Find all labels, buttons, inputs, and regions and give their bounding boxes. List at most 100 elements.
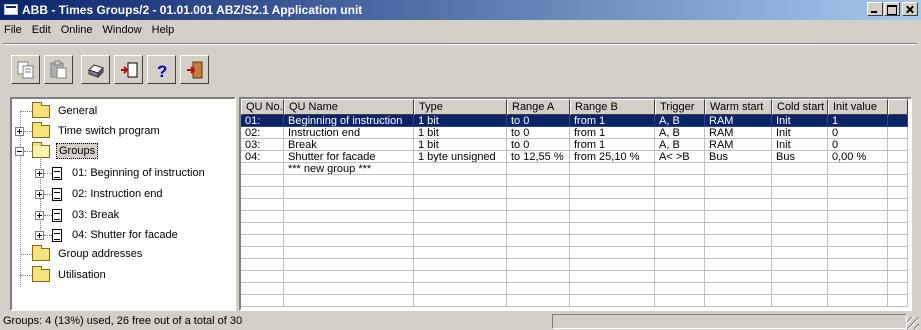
cell-qu-no[interactable] — [241, 283, 284, 295]
cell-qu-name[interactable] — [284, 247, 414, 259]
cell-trigger[interactable] — [655, 247, 705, 259]
cell-range-a[interactable]: to 0 — [507, 115, 570, 127]
tree-item-group-01[interactable]: 01: Beginning of instruction — [35, 163, 207, 183]
import-button[interactable] — [114, 55, 143, 84]
cell-warm-start[interactable] — [705, 211, 772, 223]
cell-filler[interactable] — [888, 259, 908, 271]
cell-warm-start[interactable] — [705, 235, 772, 247]
cell-qu-no[interactable] — [241, 223, 284, 235]
tree-item-general[interactable]: General — [32, 101, 99, 121]
cell-type[interactable] — [414, 175, 507, 187]
cell-cold-start[interactable] — [772, 295, 828, 307]
cell-qu-no[interactable]: 01: — [241, 115, 284, 127]
cell-cold-start[interactable] — [772, 175, 828, 187]
table-row[interactable]: 03: Break 1 bit to 0 from 1 A, B RAM Init 0 — [241, 139, 908, 151]
table-row[interactable]: 04: Shutter for facade 1 byte unsigned to 1… — [241, 151, 908, 163]
cell-range-a[interactable] — [507, 271, 570, 283]
cell-filler[interactable] — [888, 163, 908, 175]
cell-filler[interactable] — [888, 283, 908, 295]
cell-cold-start[interactable] — [772, 199, 828, 211]
tree-item-group-04[interactable]: 04: Shutter for facade — [35, 225, 180, 245]
cell-qu-name[interactable] — [284, 187, 414, 199]
table-row[interactable] — [241, 283, 908, 295]
cell-cold-start[interactable] — [772, 271, 828, 283]
expand-icon[interactable] — [35, 168, 44, 178]
cell-qu-no[interactable] — [241, 295, 284, 307]
cell-init-value[interactable] — [828, 199, 888, 211]
cell-qu-name[interactable] — [284, 271, 414, 283]
cell-qu-no[interactable] — [241, 235, 284, 247]
cell-range-a[interactable] — [507, 295, 570, 307]
cell-init-value[interactable] — [828, 247, 888, 259]
cell-type[interactable]: 1 bit — [414, 127, 507, 139]
cell-qu-no[interactable] — [241, 187, 284, 199]
menu-edit[interactable]: Edit — [27, 21, 56, 40]
cell-range-b[interactable] — [570, 223, 655, 235]
table-row[interactable] — [241, 199, 908, 211]
cell-type[interactable] — [414, 271, 507, 283]
column-header-type[interactable]: Type — [414, 99, 507, 115]
cell-range-a[interactable]: to 0 — [507, 139, 570, 151]
cell-trigger[interactable] — [655, 187, 705, 199]
table-row[interactable] — [241, 259, 908, 271]
copy-button[interactable] — [11, 55, 40, 84]
cell-qu-no[interactable] — [241, 259, 284, 271]
cell-range-b[interactable]: from 1 — [570, 139, 655, 151]
cell-warm-start[interactable] — [705, 175, 772, 187]
cell-qu-name[interactable] — [284, 175, 414, 187]
cell-qu-name[interactable] — [284, 259, 414, 271]
cell-init-value[interactable]: 1 — [828, 115, 888, 127]
expand-icon[interactable] — [35, 230, 44, 240]
cell-trigger[interactable] — [655, 271, 705, 283]
table-row[interactable] — [241, 247, 908, 259]
cell-range-b[interactable] — [570, 175, 655, 187]
cell-qu-name[interactable]: Beginning of instruction — [284, 115, 414, 127]
column-header-trigger[interactable]: Trigger — [655, 99, 705, 115]
cell-range-b[interactable] — [570, 259, 655, 271]
cell-cold-start[interactable] — [772, 163, 828, 175]
cell-filler[interactable] — [888, 271, 908, 283]
cell-type[interactable] — [414, 295, 507, 307]
cell-cold-start[interactable]: Init — [772, 127, 828, 139]
tree-item-group-02[interactable]: 02: Instruction end — [35, 184, 165, 204]
cell-init-value[interactable]: 0,00 % — [828, 151, 888, 163]
cell-type[interactable]: 1 bit — [414, 139, 507, 151]
cell-filler[interactable] — [888, 175, 908, 187]
cell-cold-start[interactable]: Init — [772, 139, 828, 151]
cell-type[interactable] — [414, 199, 507, 211]
maximize-button[interactable] — [884, 2, 900, 16]
close-button[interactable] — [902, 2, 918, 16]
cell-filler[interactable] — [888, 151, 908, 163]
cell-warm-start[interactable] — [705, 163, 772, 175]
cell-cold-start[interactable] — [772, 247, 828, 259]
paste-button[interactable] — [44, 55, 73, 84]
cell-init-value[interactable] — [828, 175, 888, 187]
cell-range-b[interactable] — [570, 187, 655, 199]
cell-filler[interactable] — [888, 211, 908, 223]
cell-filler[interactable] — [888, 139, 908, 151]
cell-cold-start[interactable] — [772, 283, 828, 295]
menu-help[interactable]: Help — [147, 21, 180, 40]
table-row[interactable]: *** new group *** — [241, 163, 908, 175]
cell-range-b[interactable] — [570, 247, 655, 259]
cell-warm-start[interactable] — [705, 223, 772, 235]
cell-type[interactable] — [414, 283, 507, 295]
cell-init-value[interactable] — [828, 187, 888, 199]
tree-panel[interactable]: General Time switch program Groups 01: B… — [10, 97, 236, 311]
column-header-warm-start[interactable]: Warm start — [705, 99, 772, 115]
cell-trigger[interactable]: A, B — [655, 139, 705, 151]
cell-filler[interactable] — [888, 199, 908, 211]
resize-grip-icon[interactable] — [907, 317, 919, 329]
cell-cold-start[interactable] — [772, 259, 828, 271]
table-row[interactable]: 01: Beginning of instruction 1 bit to 0 from… — [241, 115, 908, 127]
cell-warm-start[interactable] — [705, 283, 772, 295]
cell-filler[interactable] — [888, 247, 908, 259]
tree-item-time-switch[interactable]: Time switch program — [15, 121, 162, 141]
table-row[interactable] — [241, 223, 908, 235]
cell-qu-no[interactable] — [241, 175, 284, 187]
cell-range-a[interactable] — [507, 283, 570, 295]
tree-item-groups[interactable]: Groups — [15, 141, 99, 161]
cell-qu-name[interactable] — [284, 199, 414, 211]
cell-range-a[interactable] — [507, 211, 570, 223]
cell-range-a[interactable]: to 0 — [507, 127, 570, 139]
